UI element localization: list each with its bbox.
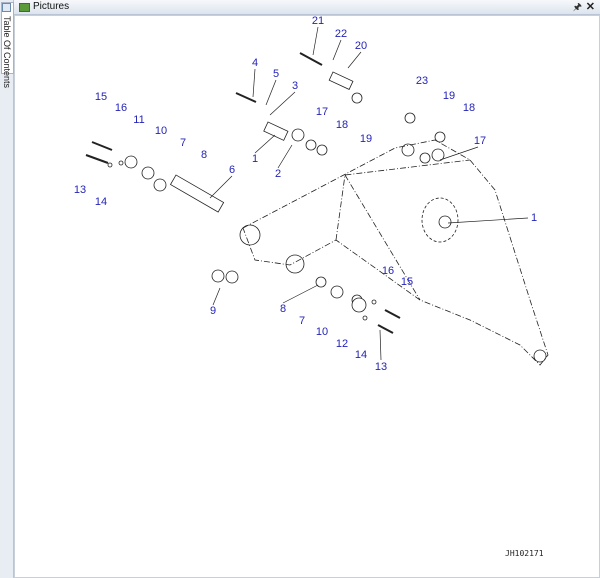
callout-label: 18 bbox=[462, 102, 476, 114]
callout-label: 17 bbox=[473, 135, 487, 147]
callout-label: 22 bbox=[334, 28, 348, 40]
callout-label: 4 bbox=[251, 57, 259, 69]
callout-label: 5 bbox=[272, 68, 280, 80]
callout-label: 6 bbox=[228, 164, 236, 176]
callout-label: 10 bbox=[315, 326, 329, 338]
callout-label: 1 bbox=[530, 212, 538, 224]
boom-drawing bbox=[85, 26, 549, 366]
callout-label: 16 bbox=[381, 265, 395, 277]
drawing-code: JH102171 bbox=[505, 549, 544, 558]
callout-label: 13 bbox=[73, 184, 87, 196]
callout-label: 11 bbox=[133, 114, 145, 126]
callout-label: 15 bbox=[400, 276, 414, 288]
callout-label: 17 bbox=[315, 106, 329, 118]
callout-label: 23 bbox=[415, 75, 429, 87]
callout-label: 2 bbox=[274, 168, 282, 180]
callout-label: 8 bbox=[200, 149, 208, 161]
callout-label: 9 bbox=[209, 305, 217, 317]
callout-label: 13 bbox=[374, 361, 388, 373]
callout-label: 3 bbox=[291, 80, 299, 92]
callout-label: 7 bbox=[179, 137, 187, 149]
callout-label: 20 bbox=[354, 40, 368, 52]
callout-label: 21 bbox=[311, 15, 325, 27]
callout-label: 16 bbox=[114, 102, 128, 114]
callout-label: 8 bbox=[279, 303, 287, 315]
callout-label: 7 bbox=[298, 315, 306, 327]
callout-label: 19 bbox=[359, 133, 373, 145]
callout-label: 14 bbox=[94, 196, 108, 208]
callout-label: 10 bbox=[154, 125, 168, 137]
callout-label: 12 bbox=[335, 338, 349, 350]
callout-label: 15 bbox=[94, 91, 108, 103]
callout-label: 1 bbox=[251, 153, 259, 165]
callout-label: 14 bbox=[354, 349, 368, 361]
callout-label: 18 bbox=[335, 119, 349, 131]
callout-label: 19 bbox=[442, 90, 456, 102]
